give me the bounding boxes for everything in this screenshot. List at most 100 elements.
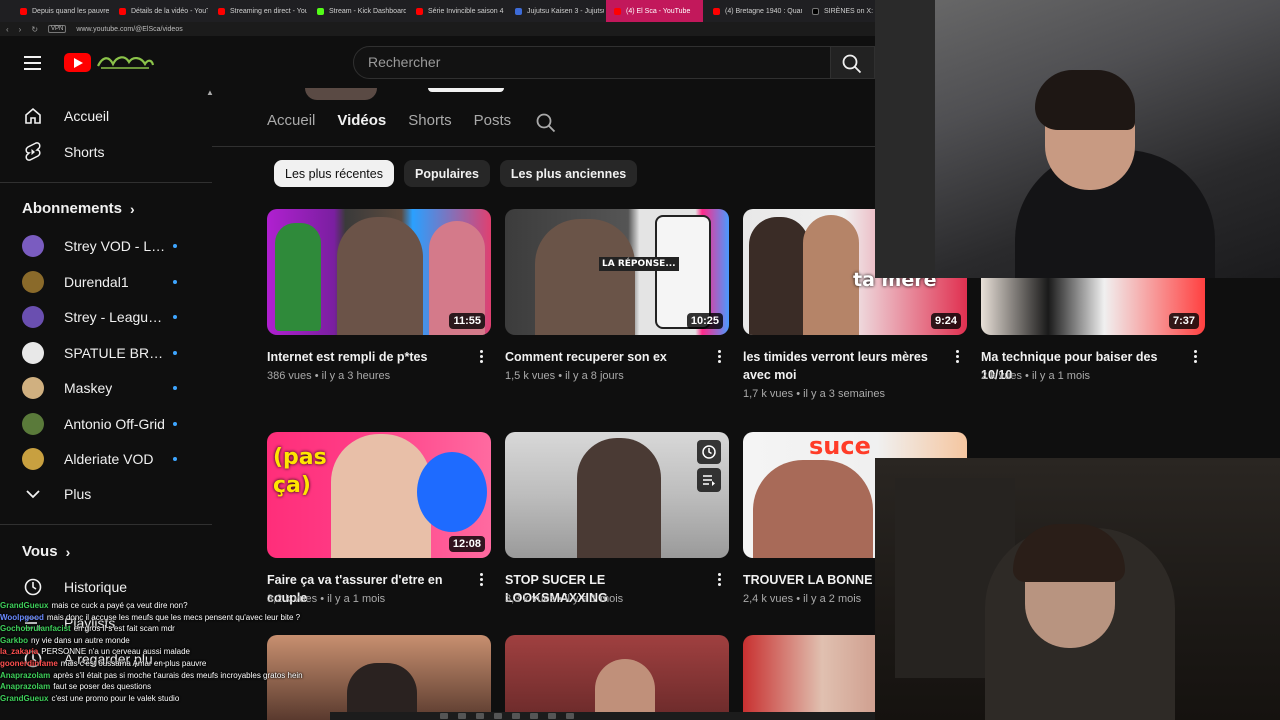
taskbar-app-icon[interactable] bbox=[494, 713, 502, 719]
video-thumbnail[interactable] bbox=[505, 432, 729, 558]
subscribe-button[interactable] bbox=[428, 88, 504, 92]
chat-username[interactable]: Gochobrulanfacist bbox=[0, 624, 71, 633]
chip-most-recent[interactable]: Les plus récentes bbox=[274, 160, 394, 187]
chat-username[interactable]: la_zakaria bbox=[0, 647, 38, 656]
taskbar-app-icon[interactable] bbox=[440, 713, 448, 719]
chat-username[interactable]: Garkbo bbox=[0, 636, 28, 645]
sidebar-divider bbox=[0, 524, 212, 525]
search-button[interactable] bbox=[831, 46, 875, 79]
sidebar-item-label: Alderiate VOD bbox=[64, 451, 154, 467]
tab-shorts[interactable]: Shorts bbox=[408, 112, 451, 136]
sidebar-item-subscription[interactable]: Antonio Off-Grid bbox=[0, 406, 212, 442]
sidebar-item-subscription[interactable]: Durendal1 bbox=[0, 264, 212, 300]
new-content-dot-icon bbox=[173, 457, 177, 461]
chat-username[interactable]: Anaprazolam bbox=[0, 682, 50, 691]
new-content-dot-icon bbox=[173, 350, 177, 355]
taskbar-app-icon[interactable] bbox=[476, 713, 484, 719]
chat-username[interactable]: GrandGueux bbox=[0, 601, 48, 610]
sidebar-item-subscription[interactable]: SPATULE BROS bbox=[0, 335, 212, 371]
reload-icon[interactable]: ↻ bbox=[31, 25, 38, 34]
youtube-logo-icon[interactable] bbox=[64, 53, 91, 72]
new-content-dot-icon bbox=[173, 421, 177, 426]
video-title[interactable]: Comment recuperer son ex bbox=[505, 348, 705, 366]
chat-username[interactable]: GrandGueux bbox=[0, 694, 48, 703]
sidebar-item-subscription[interactable]: Strey - League of… bbox=[0, 299, 212, 335]
taskbar-app-icon[interactable] bbox=[512, 713, 520, 719]
youtube-icon bbox=[614, 7, 621, 15]
video-views: 2 k vues bbox=[981, 370, 1022, 382]
sidebar-item-subscription[interactable]: Alderiate VOD bbox=[0, 441, 212, 477]
video-thumbnail[interactable]: (pas ça) 12:08 bbox=[267, 432, 491, 558]
browser-tab[interactable]: Streaming en direct - You bbox=[210, 0, 307, 22]
video-title[interactable]: les timides verront leurs mères avec moi bbox=[743, 348, 943, 384]
more-options-icon[interactable] bbox=[718, 573, 722, 586]
tab-videos[interactable]: Vidéos bbox=[337, 112, 386, 136]
video-meta: 3,3 k vues • il y a 1 mois bbox=[505, 593, 624, 605]
browser-tab-label: Jujutsu Kaisen 3 - Jujutsu bbox=[527, 7, 604, 15]
browser-tab[interactable]: Détails de la vidéo - YouT bbox=[111, 0, 208, 22]
chat-message: Woolpgood mais donc il accuse les meufs q… bbox=[0, 612, 330, 624]
subscriptions-heading[interactable]: Abonnements › bbox=[22, 200, 135, 217]
back-icon[interactable]: ‹ bbox=[6, 25, 9, 34]
sidebar-item-shorts[interactable]: Shorts bbox=[0, 134, 212, 170]
browser-tab-label: (4) Bretagne 1940 : Quand bbox=[725, 7, 802, 15]
more-options-icon[interactable] bbox=[718, 350, 722, 363]
browser-tab[interactable]: Jujutsu Kaisen 3 - Jujutsu bbox=[507, 0, 604, 22]
search-input[interactable] bbox=[368, 54, 808, 70]
sidebar-item-subscription[interactable]: Strey VOD - League of… bbox=[0, 228, 212, 264]
menu-icon[interactable] bbox=[24, 56, 41, 70]
more-options-icon[interactable] bbox=[1194, 350, 1198, 363]
browser-tab[interactable]: Série Invincible saison 4 bbox=[408, 0, 505, 22]
address-bar[interactable]: ‹ › ↻ VPN www.youtube.com/@ElSca/videos bbox=[0, 22, 875, 36]
channel-search-icon[interactable] bbox=[536, 113, 556, 138]
chat-username[interactable]: Woolpgood bbox=[0, 613, 44, 622]
tab-home[interactable]: Accueil bbox=[267, 112, 315, 136]
watch-later-icon[interactable] bbox=[697, 440, 721, 464]
url-text[interactable]: www.youtube.com/@ElSca/videos bbox=[76, 26, 182, 33]
sidebar-item-home[interactable]: Accueil bbox=[0, 98, 212, 134]
taskbar-app-icon[interactable] bbox=[548, 713, 556, 719]
sidebar-item-subscription[interactable]: Maskey bbox=[0, 370, 212, 406]
chat-text: PERSONNE n'a un cerveau aussi malade bbox=[41, 647, 190, 657]
browser-tab[interactable]: (4) El Sca - YouTube bbox=[606, 0, 703, 22]
video-thumbnail[interactable] bbox=[743, 635, 875, 720]
avatar bbox=[22, 270, 44, 293]
browser-tab-label: Série Invincible saison 4 bbox=[428, 7, 504, 15]
more-options-icon[interactable] bbox=[480, 350, 484, 363]
chip-popular[interactable]: Populaires bbox=[403, 160, 490, 187]
chip-oldest[interactable]: Les plus anciennes bbox=[499, 160, 638, 187]
video-card[interactable]: (pas ça) 12:08 Faire ça va t'assurer d'e… bbox=[267, 432, 491, 605]
chat-username[interactable]: Anaprazolam bbox=[0, 671, 50, 680]
browser-tab[interactable]: Depuis quand les pauvres bbox=[12, 0, 109, 22]
thumb-figure bbox=[275, 223, 321, 331]
browser-tab[interactable]: (4) Bretagne 1940 : Quand bbox=[705, 0, 802, 22]
tab-posts[interactable]: Posts bbox=[474, 112, 512, 136]
chat-message: Garkbo ny vie dans un autre monde bbox=[0, 635, 330, 647]
chat-message: GrandGueux mais ce cuck a payé ça veut di… bbox=[0, 600, 330, 612]
scroll-up-icon[interactable]: ▲ bbox=[206, 88, 214, 97]
chat-username[interactable]: goonerdinfame bbox=[0, 659, 58, 668]
browser-tab-label: SIRÈNES on X: " bbox=[824, 7, 878, 15]
taskbar-app-icon[interactable] bbox=[530, 713, 538, 719]
video-duration: 10:25 bbox=[686, 313, 723, 329]
browser-tab[interactable]: Stream - Kick Dashboard bbox=[309, 0, 406, 22]
add-to-queue-icon[interactable] bbox=[697, 468, 721, 492]
video-thumbnail[interactable]: 11:55 bbox=[267, 209, 491, 335]
video-meta: 2 k vues • il y a 1 mois bbox=[981, 370, 1091, 382]
sidebar-item-more[interactable]: Plus bbox=[0, 476, 212, 512]
doodle-logo-icon[interactable] bbox=[95, 52, 155, 72]
taskbar-app-icon[interactable] bbox=[566, 713, 574, 719]
video-card[interactable]: LA RÉPONSE... 10:25 Comment recuperer so… bbox=[505, 209, 729, 382]
video-title[interactable]: Internet est rempli de p*tes bbox=[267, 348, 467, 366]
channel-avatar[interactable] bbox=[305, 88, 377, 100]
more-options-icon[interactable] bbox=[956, 350, 960, 363]
more-options-icon[interactable] bbox=[480, 573, 484, 586]
video-thumbnail[interactable]: LA RÉPONSE... 10:25 bbox=[505, 209, 729, 335]
video-thumbnail[interactable] bbox=[505, 635, 729, 720]
video-card[interactable]: 11:55 Internet est rempli de p*tes 386 v… bbox=[267, 209, 491, 382]
forward-icon[interactable]: › bbox=[19, 25, 22, 34]
taskbar-app-icon[interactable] bbox=[458, 713, 466, 719]
you-heading[interactable]: Vous › bbox=[22, 543, 70, 560]
video-card[interactable]: STOP SUCER LE LOOKSMAXXING 3,3 k vues • … bbox=[505, 432, 729, 605]
screen: Depuis quand les pauvres Détails de la vi… bbox=[0, 0, 1280, 720]
